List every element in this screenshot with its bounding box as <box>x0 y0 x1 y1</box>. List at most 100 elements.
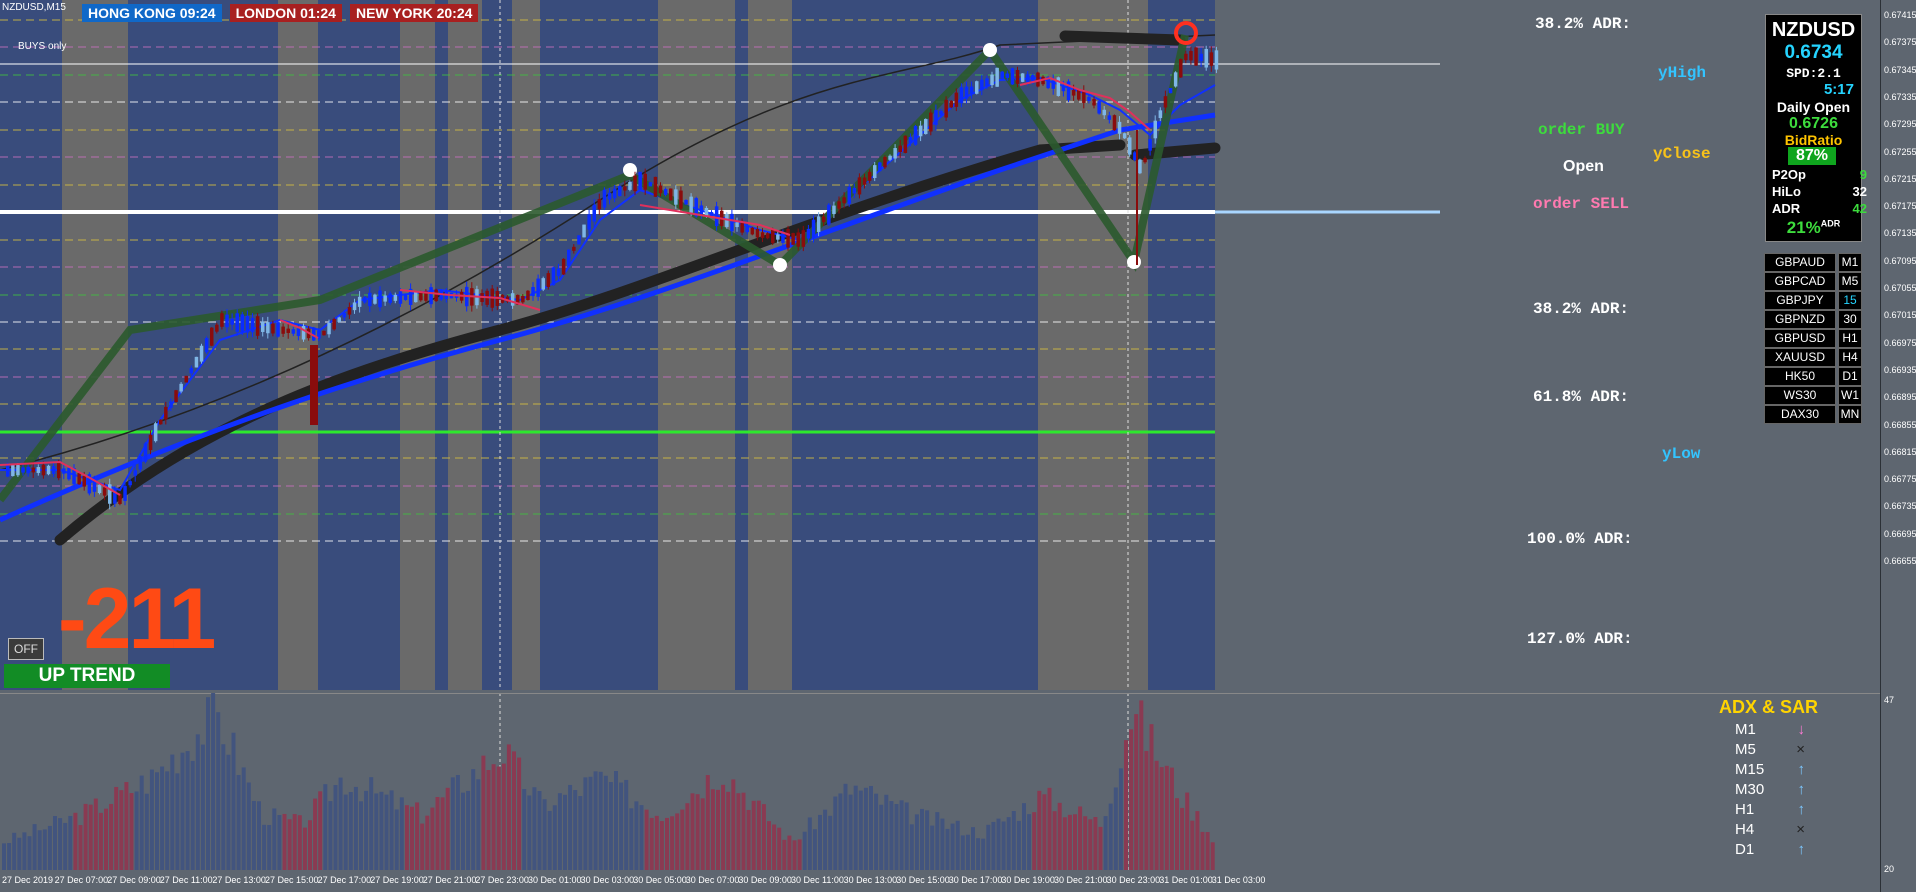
candle-body <box>153 423 158 442</box>
candle-body <box>623 186 627 191</box>
adx-bar <box>32 824 37 870</box>
tf-button-mn[interactable]: MN <box>1838 405 1862 424</box>
candle-body <box>867 171 872 181</box>
off-button[interactable]: OFF <box>8 638 44 660</box>
candle-body <box>755 229 760 238</box>
candle-body <box>658 185 663 194</box>
slow-ma-black <box>1129 142 1221 161</box>
adx-bar <box>170 754 175 870</box>
pair-button-dax30[interactable]: DAX30 <box>1764 405 1836 424</box>
pips-counter: -211 <box>58 571 216 667</box>
symbol-label: NZDUSD,M15 <box>2 2 66 13</box>
adx-bar <box>659 821 664 870</box>
session-band <box>512 0 540 690</box>
adx-bar <box>583 777 588 870</box>
adr-label-100: 100.0% ADR: <box>1527 530 1633 548</box>
order-buy-label: order BUY <box>1538 121 1625 139</box>
candle-body <box>194 356 199 368</box>
price-tick-label: 0.66855 <box>1884 419 1916 430</box>
adx-bar <box>680 809 685 870</box>
candle-body <box>852 187 857 194</box>
adx-bar <box>588 776 593 870</box>
candle-body <box>1122 133 1127 139</box>
adx-histogram-svg <box>0 693 1880 870</box>
candle-body <box>816 216 821 232</box>
price-tick-label: 0.66735 <box>1884 501 1916 512</box>
adx-bar <box>884 794 889 870</box>
price-tick-label: 0.67295 <box>1884 119 1916 130</box>
pair-row: GBPJPY 15 <box>1764 291 1862 310</box>
candle-body <box>276 322 280 337</box>
adx-row-h1: H1 ↑ <box>1735 801 1805 818</box>
adx-bar <box>1088 819 1093 870</box>
candle-body <box>750 227 755 235</box>
adx-bar <box>547 810 552 870</box>
adx-bar <box>124 782 129 870</box>
candle-body <box>332 318 336 330</box>
candle-body <box>148 434 153 451</box>
pair-button-gbpaud[interactable]: GBPAUD <box>1764 253 1836 272</box>
tf-button-w1[interactable]: W1 <box>1838 386 1862 405</box>
adx-bar <box>129 793 134 870</box>
adx-bar <box>746 809 751 870</box>
candle-body <box>393 294 398 301</box>
adx-bar <box>1093 817 1098 870</box>
candle-body <box>347 306 352 315</box>
candle-body <box>806 228 811 239</box>
price-tick-label: 0.67015 <box>1884 310 1916 321</box>
pair-button-gbpusd[interactable]: GBPUSD <box>1764 329 1836 348</box>
candle-body <box>832 205 836 215</box>
candle-body <box>873 165 877 178</box>
adx-bar <box>461 792 465 870</box>
adx-bar <box>348 792 353 870</box>
candle-body <box>786 229 790 248</box>
adx-bar <box>843 783 848 870</box>
price-axis[interactable]: 0.67415 0.67375 0.67345 0.67335 0.67295 0.672… <box>1880 0 1916 892</box>
candle-body <box>811 219 816 239</box>
main-chart[interactable]: NZDUSD,M15 HONG KONG 09:24 LONDON 01:24 … <box>0 0 1880 690</box>
candle-body <box>709 212 714 217</box>
adx-bar <box>1103 816 1108 870</box>
candle-body <box>357 296 362 307</box>
candle-body <box>985 78 989 87</box>
adx-bar <box>721 784 726 870</box>
pair-button-ws30[interactable]: WS30 <box>1764 386 1836 405</box>
adx-bar <box>1154 760 1159 870</box>
adx-bar <box>226 754 231 870</box>
tf-button-d1[interactable]: D1 <box>1838 367 1862 386</box>
adx-bar <box>695 794 700 870</box>
price-tick-label: 0.67175 <box>1884 201 1916 212</box>
adx-bar <box>200 744 205 870</box>
adx-bar <box>1083 816 1088 870</box>
tf-button-h4[interactable]: H4 <box>1838 348 1862 367</box>
adx-bar <box>838 793 843 870</box>
tf-button-15[interactable]: 15 <box>1838 291 1862 310</box>
candle-body <box>526 290 530 300</box>
adx-bar <box>1006 817 1011 870</box>
pair-button-gbpjpy[interactable]: GBPJPY <box>1764 291 1836 310</box>
candle-body <box>1204 48 1208 68</box>
adx-bar <box>527 795 532 870</box>
pair-button-hk50[interactable]: HK50 <box>1764 367 1836 386</box>
tf-button-30[interactable]: 30 <box>1838 310 1862 329</box>
pair-button-gbpnzd[interactable]: GBPNZD <box>1764 310 1836 329</box>
adx-bar <box>78 825 83 870</box>
tf-button-m1[interactable]: M1 <box>1838 253 1862 272</box>
adx-bar <box>894 804 899 870</box>
candle-body <box>210 327 214 346</box>
session-band <box>318 0 400 690</box>
adx-bar <box>700 798 705 870</box>
adx-row-m5: M5 × <box>1735 741 1805 758</box>
tf-button-m5[interactable]: M5 <box>1838 272 1862 291</box>
pair-button-xauusd[interactable]: XAUUSD <box>1764 348 1836 367</box>
candle-body <box>286 328 290 333</box>
adx-bar <box>404 805 409 870</box>
adx-bar <box>940 818 945 870</box>
tf-button-h1[interactable]: H1 <box>1838 329 1862 348</box>
adx-subwindow[interactable]: ADX & SAR M1 ↓ M5 × M15 ↑ M30 ↑ H1 ↑ H4 × D1 ↑ <box>0 693 1880 870</box>
candle-body <box>556 268 561 277</box>
adx-bar <box>568 784 573 870</box>
candle-body <box>31 467 35 473</box>
pair-button-gbpcad[interactable]: GBPCAD <box>1764 272 1836 291</box>
session-band <box>0 0 62 690</box>
